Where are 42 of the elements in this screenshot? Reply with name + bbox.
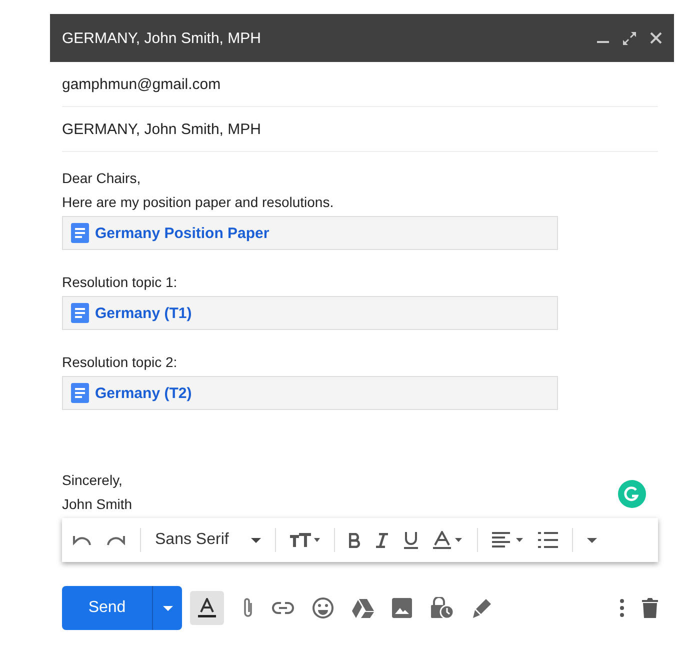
link-icon[interactable]: [272, 602, 294, 614]
body-text: Resolution topic 2:: [62, 353, 178, 372]
paperclip-icon[interactable]: [242, 597, 254, 619]
expand-icon[interactable]: [623, 32, 636, 44]
font-dropdown[interactable]: Sans Serif: [155, 531, 261, 549]
caret-icon: [250, 538, 261, 542]
align-icon[interactable]: [492, 532, 524, 548]
more-vertical-icon[interactable]: [620, 599, 624, 617]
formatting-toggle[interactable]: [190, 591, 224, 625]
drive-attachment[interactable]: Germany Position Paper: [62, 216, 558, 250]
text-size-icon[interactable]: [290, 533, 320, 547]
pen-icon[interactable]: [472, 598, 492, 618]
photo-icon[interactable]: [392, 598, 412, 618]
caret-icon: [162, 606, 172, 610]
close-icon[interactable]: [650, 32, 662, 44]
document-icon: [71, 223, 89, 243]
italic-icon[interactable]: [374, 532, 389, 548]
more-options-icon[interactable]: [586, 538, 597, 542]
subject-field[interactable]: GERMANY, John Smith, MPH: [62, 107, 658, 152]
trash-icon[interactable]: [642, 598, 658, 618]
drive-attachment[interactable]: Germany (T2): [62, 376, 558, 410]
emoji-icon[interactable]: [312, 597, 334, 619]
bold-icon[interactable]: [348, 532, 361, 548]
underline-icon[interactable]: [402, 531, 419, 549]
text-color-icon[interactable]: [432, 531, 463, 549]
body-text: Dear Chairs,: [62, 169, 142, 188]
body-text: Here are my position paper and resolutions.: [62, 193, 335, 212]
closing-text: Sincerely,: [62, 471, 122, 490]
document-icon: [71, 383, 89, 403]
drive-icon[interactable]: [352, 598, 374, 618]
redo-icon[interactable]: [106, 534, 126, 546]
document-icon: [71, 303, 89, 323]
send-options-button[interactable]: [152, 586, 182, 630]
send-button[interactable]: Send: [62, 586, 152, 630]
drive-attachment[interactable]: Germany (T1): [62, 296, 558, 330]
undo-icon[interactable]: [72, 534, 92, 546]
window-title: GERMANY, John Smith, MPH: [62, 30, 262, 46]
closing-text: John Smith: [62, 495, 132, 514]
lock-clock-icon[interactable]: [430, 597, 454, 619]
recipient-field[interactable]: gamphmun@gmail.com: [62, 62, 658, 107]
body-text: Resolution topic 1:: [62, 273, 178, 292]
text-format-icon: [198, 598, 216, 618]
